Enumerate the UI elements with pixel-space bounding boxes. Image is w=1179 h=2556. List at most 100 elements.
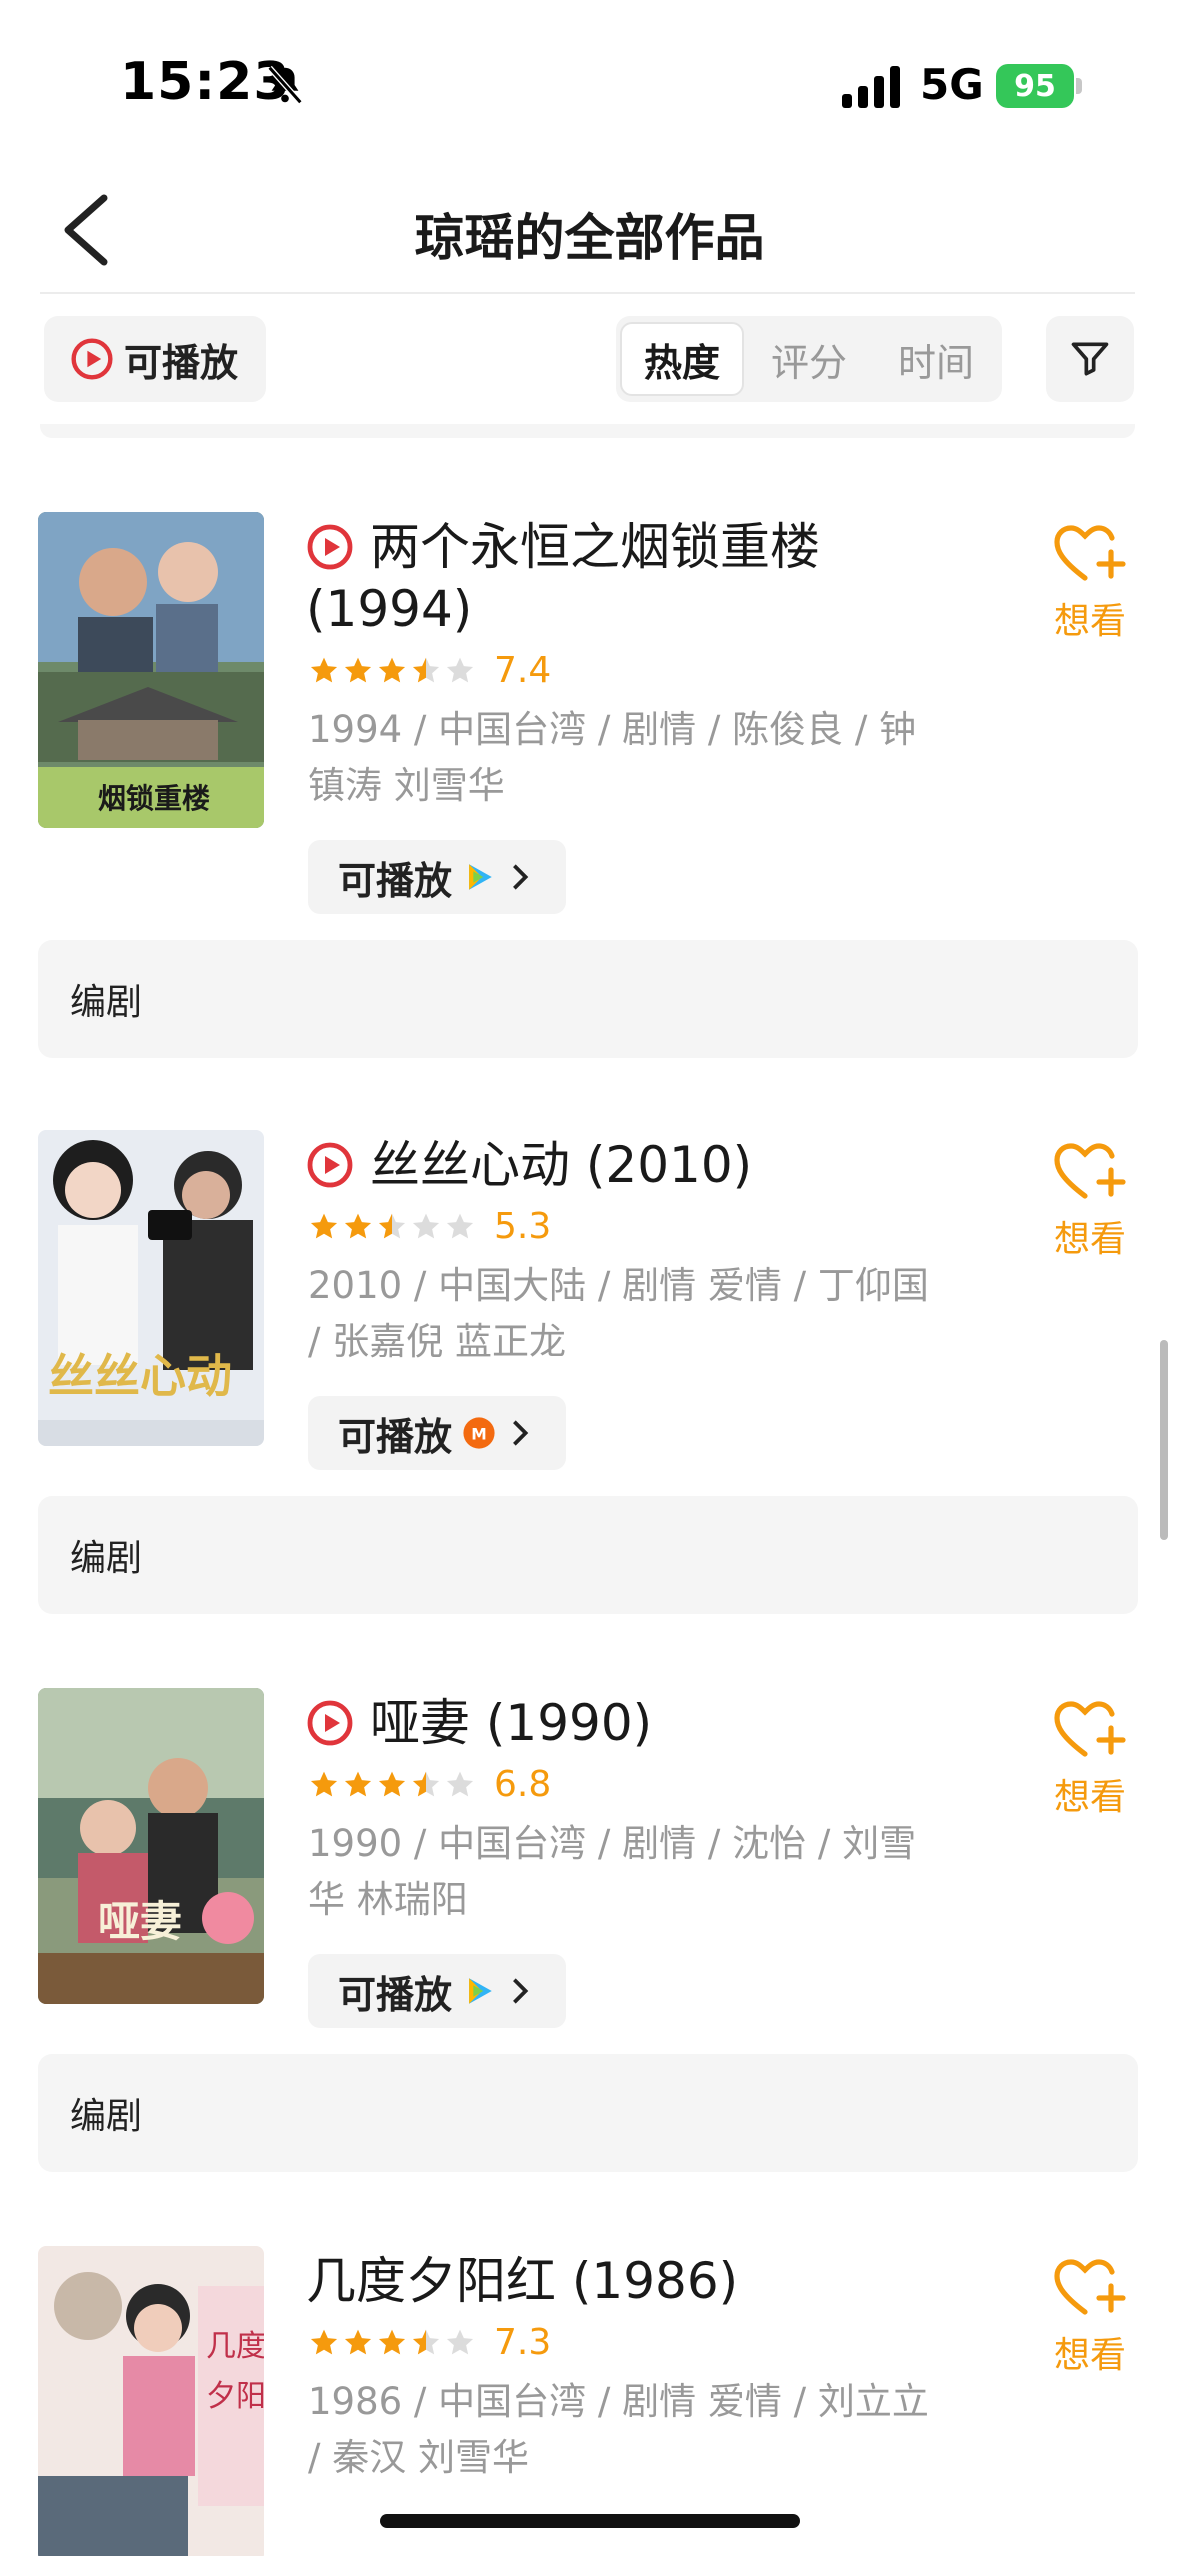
want-label: 想看 [1053,1219,1126,1260]
heart-plus-icon [1054,1701,1126,1757]
filter-button[interactable] [1046,316,1134,402]
star-rating [308,1211,478,1243]
rating-score: 6.8 [494,1764,552,1805]
want-to-watch-button[interactable]: 想看 [1040,524,1140,644]
want-label: 想看 [1053,601,1126,642]
film-title-text: 丝丝心动 [370,1136,570,1194]
film-title[interactable]: 几度夕阳红 (1986) [306,2250,1006,2312]
signal-icon [842,66,900,108]
nav-bar: 琼瑶的全部作品 [0,170,1179,290]
film-title[interactable]: 两个永恒之烟锁重楼 (1994) [306,516,1006,640]
star-icon [310,2329,338,2354]
status-bar: 15:23 5G 95 [0,0,1179,150]
playable-label: 可播放 [338,1414,453,1459]
role-bar: 编剧 [38,940,1138,1058]
film-year: (1990) [485,1694,653,1752]
mango-tv-icon: M [463,1417,495,1449]
rating-score: 7.3 [494,2322,552,2363]
page-title: 琼瑶的全部作品 [414,209,765,267]
playable-filter-label: 可播放 [124,340,239,385]
svg-text:哑妻: 哑妻 [98,1897,182,1946]
svg-text:夕阳: 夕阳 [206,2379,264,2414]
star-icon [344,2329,372,2354]
scroll-indicator[interactable] [1160,1340,1168,1540]
tab-rating[interactable]: 评分 [747,322,871,396]
playable-filter-button[interactable]: 可播放 [44,316,266,402]
star-icon [446,1213,474,1238]
star-icon [310,1213,338,1238]
film-year: (1994) [306,580,473,638]
film-title[interactable]: 哑妻 (1990) [306,1692,1006,1754]
star-rating [308,2327,478,2359]
tencent-video-icon [469,1978,492,2004]
poster-image[interactable]: 哑妻 [38,1688,264,2004]
star-icon [446,1771,474,1796]
want-to-watch-button[interactable]: 想看 [1040,1700,1140,1820]
film-meta: 2010 / 中国大陆 / 剧情 爱情 / 丁仰国 / 张嘉倪 蓝正龙 [308,1264,929,1363]
bell-muted-icon [267,65,303,105]
want-label: 想看 [1053,2335,1126,2376]
star-icon [344,657,372,682]
star-icon [412,2329,440,2354]
chevron-right-icon [513,1978,529,2004]
star-icon [412,1213,440,1238]
star-icon [344,1213,372,1238]
nav-divider [40,292,1135,294]
star-icon [446,2329,474,2354]
battery-tip [1076,78,1082,94]
filter-bar: 可播放 热度 评分 时间 [0,316,1179,406]
sort-segmented-control: 热度 评分 时间 [616,316,1002,402]
star-rating [308,1769,478,1801]
poster-image[interactable]: 烟锁重楼 [38,512,264,828]
star-icon [378,1213,406,1238]
svg-text:几度: 几度 [206,2329,264,2364]
film-meta: 1986 / 中国台湾 / 剧情 爱情 / 刘立立 / 秦汉 刘雪华 [308,2380,929,2479]
star-icon [378,657,406,682]
playable-label: 可播放 [338,858,453,903]
poster-image[interactable]: 丝丝心动 [38,1130,264,1446]
tab-hot[interactable]: 热度 [620,322,744,396]
heart-plus-icon [1054,525,1126,581]
poster-image[interactable]: 几度 夕阳 [38,2246,264,2556]
playable-label: 可播放 [338,1972,453,2017]
want-to-watch-button[interactable]: 想看 [1040,2258,1140,2378]
star-icon [310,1771,338,1796]
film-meta: 1994 / 中国台湾 / 剧情 / 陈俊良 / 钟镇涛 刘雪华 [308,708,917,807]
star-icon [412,657,440,682]
svg-text:烟锁重楼: 烟锁重楼 [98,782,210,815]
star-icon [378,2329,406,2354]
play-circle-icon [307,1700,353,1746]
network-label: 5G [920,60,984,109]
film-title[interactable]: 丝丝心动 (2010) [306,1134,1006,1196]
film-year: (1986) [571,2252,739,2310]
list-top-edge [40,424,1135,438]
tab-time[interactable]: 时间 [874,322,998,396]
want-label: 想看 [1053,1777,1126,1818]
playable-button[interactable]: 可播放 [308,1954,566,2028]
film-year: (2010) [585,1136,753,1194]
film-title-text: 几度夕阳红 [306,2252,556,2310]
rating-score: 7.4 [494,650,552,691]
playable-button[interactable]: 可播放 M [308,1396,566,1470]
heart-plus-icon [1054,1143,1126,1199]
film-meta: 1990 / 中国台湾 / 剧情 / 沈怡 / 刘雪华 林瑞阳 [308,1822,917,1921]
rating-row: 7.4 [308,650,551,691]
funnel-icon [1071,342,1109,376]
rating-row: 5.3 [308,1206,551,1247]
want-to-watch-button[interactable]: 想看 [1040,1142,1140,1262]
star-icon [310,657,338,682]
home-indicator[interactable] [380,2514,800,2528]
star-icon [412,1771,440,1796]
svg-text:M: M [471,1425,487,1443]
star-icon [378,1771,406,1796]
role-bar: 编剧 [38,1496,1138,1614]
rating-score: 5.3 [494,1206,552,1247]
film-title-text: 两个永恒之烟锁重楼 [370,518,820,576]
rating-row: 6.8 [308,1764,551,1805]
playable-button[interactable]: 可播放 [308,840,566,914]
tencent-video-icon [469,864,492,890]
play-circle-icon [307,524,353,570]
play-circle-icon [71,338,113,380]
chevron-right-icon [513,1420,529,1446]
role-bar: 编剧 [38,2054,1138,2172]
